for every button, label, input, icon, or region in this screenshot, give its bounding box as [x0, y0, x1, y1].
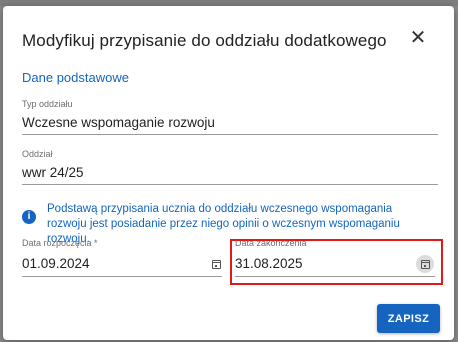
oddzial-underline — [22, 184, 438, 185]
calendar-icon[interactable] — [212, 260, 221, 269]
typ-oddzialu-label: Typ oddziału — [22, 99, 73, 109]
typ-oddzialu-underline — [22, 134, 438, 135]
save-button[interactable]: ZAPISZ — [377, 304, 440, 333]
typ-oddzialu-value: Wczesne wspomaganie rozwoju — [22, 115, 215, 130]
start-date-value: 01.09.2024 — [22, 256, 90, 271]
start-date-underline — [22, 276, 222, 277]
oddzial-field[interactable]: Oddział wwr 24/25 — [22, 149, 438, 185]
calendar-icon — [420, 259, 430, 269]
end-date-field[interactable]: Data zakończenia 31.08.2025 — [235, 238, 435, 278]
end-date-label: Data zakończenia — [235, 238, 307, 248]
info-icon: i — [22, 210, 36, 224]
section-title: Dane podstawowe — [22, 70, 129, 85]
start-date-field[interactable]: Data rozpoczęcia * 01.09.2024 — [22, 238, 222, 278]
dialog-title: Modyfikuj przypisanie do oddziału dodatk… — [22, 31, 387, 50]
calendar-button[interactable] — [416, 255, 434, 273]
oddzial-label: Oddział — [22, 149, 53, 159]
end-date-value: 31.08.2025 — [235, 256, 303, 271]
close-icon[interactable]: ✕ — [408, 28, 428, 48]
assignment-dialog: Modyfikuj przypisanie do oddziału dodatk… — [3, 6, 454, 340]
oddzial-value: wwr 24/25 — [22, 165, 84, 180]
start-date-label: Data rozpoczęcia * — [22, 238, 98, 248]
typ-oddzialu-field[interactable]: Typ oddziału Wczesne wspomaganie rozwoju — [22, 99, 438, 135]
end-date-underline — [235, 276, 435, 277]
